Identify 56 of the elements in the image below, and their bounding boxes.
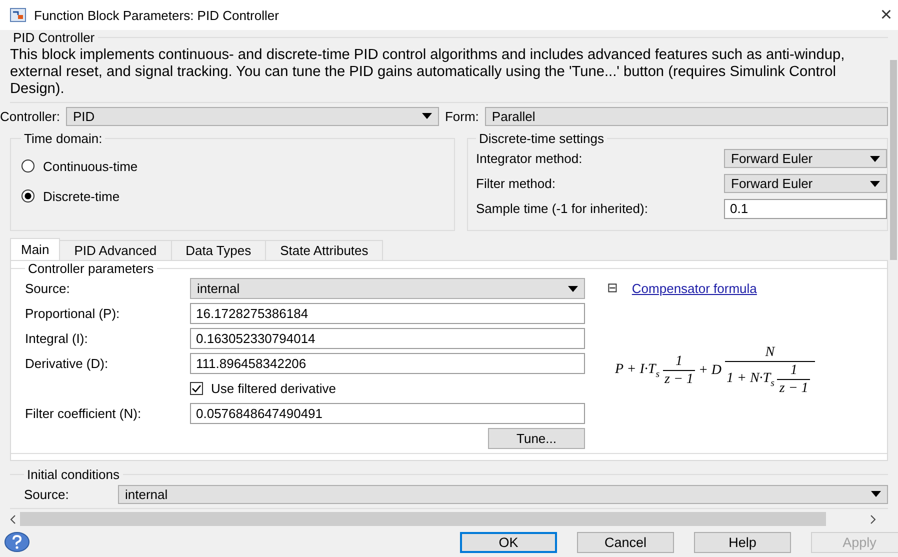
dropdown[interactable]: internal <box>118 484 888 504</box>
group-title: PID Controller <box>12 30 96 45</box>
field-label: Form: <box>444 108 479 124</box>
field-label: Filter coefficient (N): <box>25 405 142 423</box>
dropdown[interactable]: PID <box>66 106 439 126</box>
dialog-button[interactable]: Help <box>694 532 791 552</box>
collapse-toggle[interactable]: ⊟ <box>607 281 618 296</box>
group-title: Discrete-time settings <box>478 131 605 146</box>
group-title: Initial conditions <box>26 467 120 482</box>
radio-button[interactable]: Discrete-time <box>21 186 120 206</box>
scrollbar-thumb[interactable] <box>20 512 826 526</box>
field-label: Source: <box>25 280 71 298</box>
checkbox-icon <box>190 382 203 395</box>
tab[interactable]: Main <box>10 238 60 260</box>
input-field[interactable]: 0.0576848647490491 <box>190 403 585 424</box>
field-label: Derivative (D): <box>25 355 110 373</box>
field-label: Integrator method: <box>476 151 584 166</box>
dropdown-arrow-icon <box>870 156 880 162</box>
input-field[interactable]: 0.163052330794014 <box>190 328 585 349</box>
scrollbar-thumb[interactable] <box>890 60 897 260</box>
field-label: Filter method: <box>476 176 556 191</box>
field-label: Proportional (P): <box>25 305 121 323</box>
group-title: Controller parameters <box>27 261 155 276</box>
dropdown[interactable]: Forward Euler <box>724 149 887 168</box>
dropdown[interactable]: internal <box>190 278 585 299</box>
dialog-button[interactable]: OK <box>460 532 557 552</box>
compensator-formula-link[interactable]: Compensator formula <box>632 281 757 296</box>
tune-button[interactable]: Tune... <box>488 428 585 449</box>
radio-icon <box>21 159 35 173</box>
dropdown-arrow-icon <box>870 180 880 186</box>
block-description: This block implements continuous- and discrete-time PID control algorithms and includes advanced features such as anti-windup, external reset, and signal tracking. You can tune the PID gains automatically using the 'Tune...' button (requires Simulink Control Design). <box>10 47 846 98</box>
checkbox[interactable]: Use filtered derivative <box>190 378 585 399</box>
tab[interactable]: Data Types <box>170 240 266 260</box>
dropdown-arrow-icon <box>422 113 432 119</box>
field-label: Source: <box>24 486 70 502</box>
block-icon <box>10 8 26 22</box>
scroll-left-icon[interactable] <box>10 514 16 524</box>
dropdown[interactable]: Forward Euler <box>724 174 887 193</box>
dropdown[interactable]: Parallel <box>484 106 888 126</box>
field-label: Sample time (-1 for inherited): <box>476 201 649 216</box>
input-field[interactable]: 16.1728275386184 <box>190 303 585 324</box>
close-icon[interactable]: × <box>880 5 892 25</box>
input-field[interactable]: 0.1 <box>724 198 887 218</box>
radio-button[interactable]: Continuous-time <box>21 156 138 176</box>
dropdown-arrow-icon <box>568 286 578 292</box>
window-title: Function Block Parameters: PID Controller <box>34 8 280 22</box>
dropdown-arrow-icon <box>871 491 881 497</box>
field-label: Controller: <box>0 108 60 124</box>
scroll-right-icon[interactable] <box>870 514 876 524</box>
tab[interactable]: State Attributes <box>265 240 384 260</box>
group-title: Time domain: <box>23 131 104 146</box>
input-field[interactable]: 111.896458342206 <box>190 353 585 374</box>
radio-icon <box>21 189 35 203</box>
dialog-button[interactable]: Cancel <box>577 532 674 552</box>
help-icon[interactable] <box>4 532 30 552</box>
field-label: Integral (I): <box>25 330 89 348</box>
